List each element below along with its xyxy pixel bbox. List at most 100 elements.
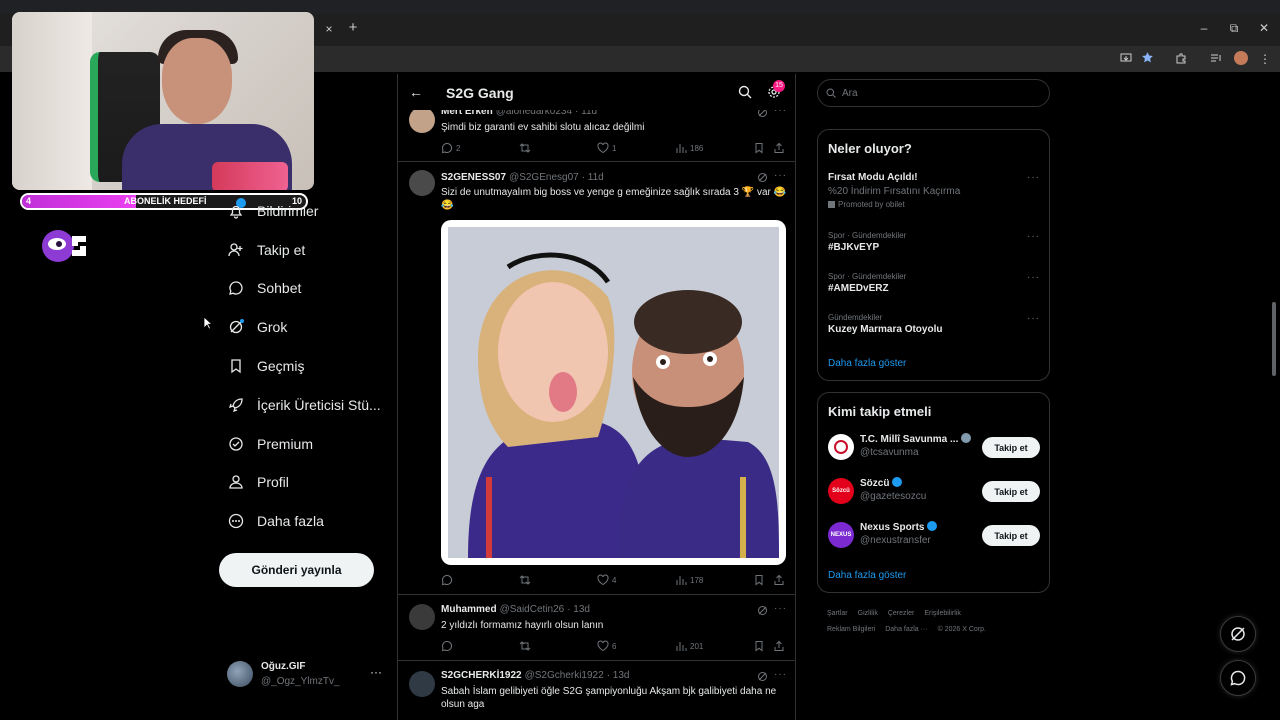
views-button[interactable]: 178 [675,574,703,586]
nav-item-profile[interactable]: Profil [228,470,289,494]
account-name[interactable]: Oğuz.GIF [261,661,305,672]
like-button[interactable]: 6 [597,640,616,652]
heart-icon [597,142,609,154]
post-more-button[interactable]: ··· [774,603,787,614]
trend-more-button[interactable]: ··· [1027,172,1040,183]
close-window-button[interactable]: ✕ [1255,20,1273,36]
post-actions: 6 201 [441,640,787,654]
post-author[interactable]: S2GCHERKİ1922 @S2Gcherki1922 · 13d [441,670,629,681]
who-show-more-link[interactable]: Daha fazla göster [828,570,906,581]
repost-button[interactable] [519,640,534,652]
install-app-icon[interactable] [1120,52,1132,64]
copyright: © 2026 X Corp. [937,626,986,633]
avatar[interactable] [409,170,435,196]
share-icon[interactable] [773,142,785,154]
new-tab-button[interactable]: + [344,20,362,36]
author-name: S2GCHERKİ1922 [441,670,522,681]
restore-button[interactable]: ⧉ [1225,20,1243,36]
post-text: Sizi de unutmayalım big boss ve yenge g … [441,187,787,211]
streamer-webcam [12,12,314,190]
trend-item[interactable]: Gündemdekiler Kuzey Marmara Otoyolu ··· [828,313,1040,335]
grok-icon[interactable] [757,605,768,616]
extensions-icon[interactable] [1175,52,1187,64]
post-button[interactable]: Gönderi yayınla [219,553,374,587]
post-author[interactable]: S2GENESS07 @S2GEnesg07 · 11d [441,172,604,183]
repost-button[interactable] [519,142,534,154]
share-icon[interactable] [773,640,785,652]
search-icon[interactable] [738,85,752,99]
grok-icon[interactable] [757,671,768,682]
footer-link[interactable]: Reklam Bilgileri [827,626,875,633]
browser-profile-avatar[interactable] [1234,51,1248,65]
minimize-button[interactable]: – [1195,20,1213,36]
footer-link[interactable]: Çerezler [888,610,914,617]
views-button[interactable]: 201 [675,640,703,652]
trend-more-button[interactable]: ··· [1027,272,1040,283]
nav-item-creator-studio[interactable]: İçerik Üreticisi Stü... [228,393,381,417]
trend-item[interactable]: Spor · Gündemdekiler #AMEDvERZ ··· [828,272,1040,294]
messages-fab-button[interactable] [1220,660,1256,696]
trend-more-button[interactable]: ··· [1027,313,1040,324]
post-author[interactable]: Muhammed @SaidCetin26 · 13d [441,604,590,615]
avatar[interactable] [409,604,435,630]
bookmark-icon[interactable] [753,142,765,154]
post-time: · 11d [581,172,604,183]
post-more-button[interactable]: ··· [774,669,787,680]
selfie-photo [448,227,779,558]
share-icon[interactable] [773,574,785,586]
search-input[interactable]: Ara [817,79,1050,107]
post[interactable]: Muhammed @SaidCetin26 · 13d ··· 2 yıldızlı… [398,595,795,661]
footer-link[interactable]: Daha fazla ··· [885,626,927,633]
footer-link[interactable]: Şartlar [827,610,848,617]
avatar[interactable] [227,661,253,687]
follow-suggestion[interactable]: Sözcü Sözcü @gazetesozcu Takip et [828,475,1040,509]
footer-link[interactable]: Erişilebilirlik [924,610,961,617]
suggestion-name-text: Sözcü [860,478,890,489]
grok-fab-button[interactable] [1220,616,1256,652]
grok-icon[interactable] [757,172,768,183]
avatar[interactable]: Sözcü [828,478,854,504]
bookmark-icon[interactable] [753,574,765,586]
account-menu-button[interactable]: ··· [370,665,382,679]
nav-item-grok[interactable]: Grok [228,315,287,339]
trend-item[interactable]: Spor · Gündemdekiler #BJKvEYP ··· [828,231,1040,253]
like-button[interactable]: 1 [597,142,616,154]
post[interactable]: S2GCHERKİ1922 @S2Gcherki1922 · 13d ··· Sab… [398,661,795,720]
suggestion-name: Nexus Sports [860,521,938,533]
page-scrollbar[interactable] [1272,302,1276,376]
follow-button[interactable]: Takip et [982,481,1040,502]
bookmark-star-icon[interactable] [1141,51,1154,64]
browser-menu-icon[interactable]: ⋮ [1256,51,1274,67]
trend-item[interactable]: Fırsat Modu Açıldı! %20 İndirim Fırsatın… [828,172,1040,209]
nav-item-more[interactable]: Daha fazla [228,509,324,533]
like-button[interactable]: 4 [597,574,616,586]
post[interactable]: S2GENESS07 @S2GEnesg07 · 11d ··· Sizi de u… [398,162,795,595]
reply-button[interactable] [441,574,456,586]
trends-show-more-link[interactable]: Daha fazla göster [828,358,906,369]
post-more-button[interactable]: ··· [774,170,787,181]
nav-item-premium[interactable]: Premium [228,432,313,456]
follow-button[interactable]: Takip et [982,525,1040,546]
reply-button[interactable] [441,640,456,652]
post-image[interactable] [441,220,786,565]
nav-item-bookmarks[interactable]: Geçmiş [228,354,304,378]
follow-button[interactable]: Takip et [982,437,1040,458]
repost-button[interactable] [519,574,534,586]
trend-more-button[interactable]: ··· [1027,231,1040,242]
footer-link[interactable]: Gizlilik [858,610,878,617]
follow-suggestion[interactable]: T.C. Millî Savunma ... @tcsavunma Takip … [828,431,1040,465]
avatar[interactable] [409,671,435,697]
back-arrow-icon[interactable]: ← [409,84,423,100]
bookmark-icon[interactable] [753,640,765,652]
nav-item-notifications[interactable]: Bildirimler [228,199,318,223]
avatar[interactable] [409,107,435,133]
avatar[interactable]: NEXUS [828,522,854,548]
nav-item-chat[interactable]: Sohbet [228,276,301,300]
reply-button[interactable]: 2 [441,142,460,154]
views-button[interactable]: 186 [675,142,703,154]
media-control-icon[interactable] [1210,52,1222,64]
avatar[interactable] [828,434,854,460]
tab-close-button[interactable]: × [320,21,338,37]
nav-item-follow[interactable]: Takip et [228,238,305,262]
follow-suggestion[interactable]: NEXUS Nexus Sports @nexustransfer Takip … [828,519,1040,553]
